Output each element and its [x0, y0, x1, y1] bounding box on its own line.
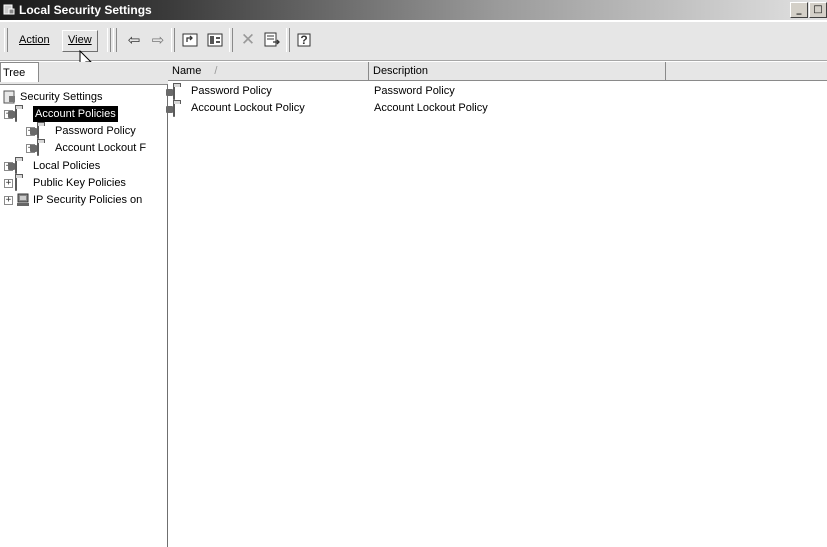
column-header-empty[interactable] — [666, 62, 827, 80]
maximize-button[interactable]: □ — [809, 2, 827, 18]
up-folder-icon — [182, 33, 198, 47]
list-pane[interactable]: Password Policy Password Policy Account … — [166, 81, 827, 546]
window-title: Local Security Settings — [19, 3, 152, 17]
sort-ascending-icon: / — [214, 65, 218, 77]
list-item[interactable]: Account Lockout Policy Account Lockout P… — [166, 100, 827, 117]
tree-item-local-policies[interactable]: + Local Policies — [4, 158, 100, 174]
computer-shield-icon — [15, 193, 31, 207]
back-arrow-icon: ⇦ — [127, 31, 141, 49]
tree-item-label: Local Policies — [33, 160, 101, 172]
toolbar-grip-2[interactable] — [113, 28, 117, 52]
column-header-description[interactable]: Description — [369, 62, 666, 80]
show-hide-tree-button[interactable] — [205, 30, 225, 50]
list-item[interactable]: Password Policy Password Policy — [166, 83, 827, 100]
tree-header: Tree — [0, 62, 168, 84]
list-cell-name: Password Policy — [166, 83, 272, 100]
tree-tab[interactable]: Tree — [0, 62, 39, 82]
export-list-button[interactable] — [262, 30, 282, 50]
forward-button[interactable]: ⇨ — [148, 30, 168, 50]
view-menu-label: View — [68, 34, 92, 46]
console-tree-icon — [207, 33, 223, 47]
toolbar: Action View ⇦ ⇨ ✕ ? — [0, 22, 827, 61]
tree-item-label: Public Key Policies — [33, 177, 126, 189]
tree-item-label: Security Settings — [20, 91, 103, 103]
list-cell-name: Account Lockout Policy — [166, 100, 305, 117]
policy-folder-icon — [8, 159, 31, 174]
action-menu-label: Action — [19, 34, 50, 46]
column-header-label: Name — [172, 65, 202, 77]
tree-item-security-settings[interactable]: Security Settings — [2, 89, 103, 105]
title-bar[interactable]: Local Security Settings _ □ — [0, 0, 827, 20]
tree-item-public-key-policies[interactable]: + Public Key Policies — [4, 175, 126, 191]
delete-button[interactable]: ✕ — [238, 30, 258, 50]
policy-folder-icon — [8, 107, 31, 122]
list-header: Name / Description — [168, 62, 827, 81]
up-one-level-button[interactable] — [180, 30, 200, 50]
column-header-label: Description — [373, 65, 429, 77]
folder-icon — [15, 176, 31, 191]
tree-item-account-lockout-policy[interactable]: + Account Lockout F — [26, 140, 146, 156]
toolbar-separator-2 — [171, 28, 175, 52]
help-question-icon: ? — [300, 33, 308, 47]
tree-item-password-policy[interactable]: + Password Policy — [26, 123, 136, 139]
column-header-name[interactable]: Name / — [168, 62, 369, 80]
forward-arrow-icon: ⇨ — [151, 31, 165, 49]
action-menu[interactable]: Action — [14, 30, 55, 50]
tree-item-label: Account Lockout F — [55, 142, 147, 154]
expand-icon[interactable]: + — [4, 195, 13, 205]
delete-x-icon: ✕ — [240, 30, 256, 50]
tree-item-account-policies[interactable]: − Account Policies — [4, 106, 118, 122]
security-settings-icon — [2, 90, 18, 104]
list-item-name: Account Lockout Policy — [191, 102, 305, 114]
policy-folder-icon — [166, 85, 189, 100]
tree-pane[interactable]: Security Settings − Account Policies + P… — [0, 84, 168, 547]
tree-item-label: IP Security Policies on — [33, 194, 143, 206]
list-item-description: Password Policy — [374, 85, 455, 97]
list-item-description: Account Lockout Policy — [374, 102, 488, 114]
security-settings-icon — [3, 4, 15, 15]
tree-item-ip-security-policies[interactable]: + IP Security Policies on — [4, 192, 142, 208]
view-menu[interactable]: View — [62, 30, 98, 52]
minimize-button[interactable]: _ — [790, 2, 808, 18]
back-button[interactable]: ⇦ — [124, 30, 144, 50]
policy-folder-icon — [166, 102, 189, 117]
toolbar-separator-3 — [229, 28, 233, 52]
policy-folder-icon — [30, 141, 53, 156]
tree-item-label: Account Policies — [33, 106, 118, 122]
export-list-icon — [264, 32, 280, 47]
tree-item-label: Password Policy — [55, 125, 136, 137]
list-item-name: Password Policy — [191, 85, 272, 97]
toolbar-separator — [107, 28, 111, 52]
toolbar-separator-4 — [286, 28, 290, 52]
toolbar-grip[interactable] — [4, 28, 8, 52]
expand-icon[interactable]: + — [4, 178, 13, 188]
policy-folder-icon — [30, 124, 53, 139]
help-button[interactable]: ? — [294, 30, 314, 50]
